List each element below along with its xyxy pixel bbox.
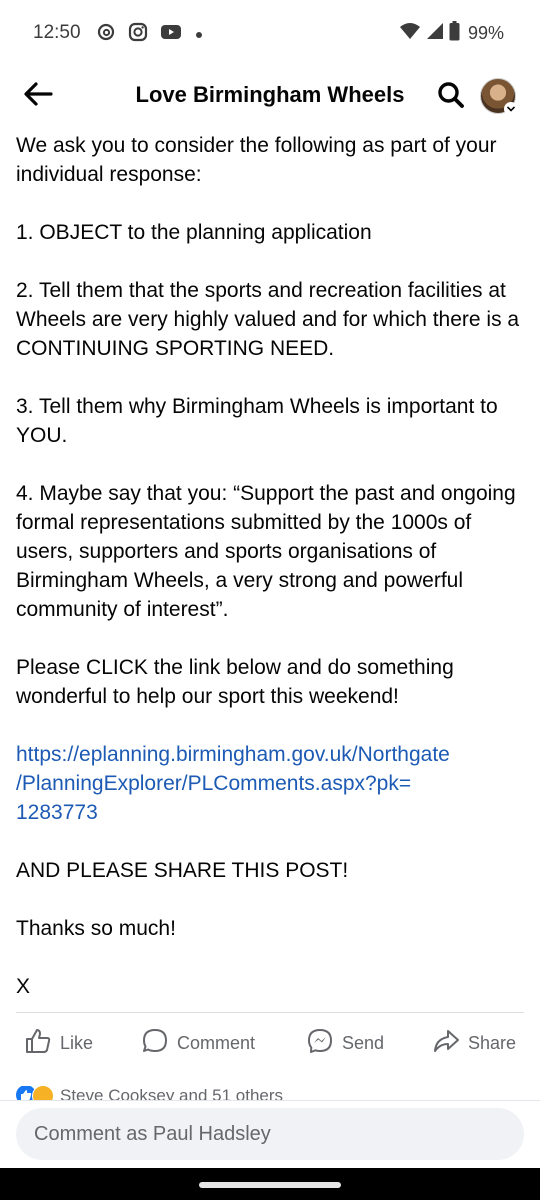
share-arrow-icon xyxy=(432,1027,460,1060)
battery-icon xyxy=(449,21,460,46)
status-time: 12:50 xyxy=(33,22,81,43)
search-button[interactable] xyxy=(432,78,470,116)
messenger-icon xyxy=(306,1027,334,1060)
status-bar: 12:50 99% xyxy=(0,0,540,64)
post-paragraph: 4. Maybe say that you: “Support the past… xyxy=(16,482,516,621)
comment-button[interactable]: Comment xyxy=(141,1027,255,1060)
status-system-icons: 99% xyxy=(399,21,504,46)
planning-link-line: https://eplanning.birmingham.gov.uk/Nort… xyxy=(16,743,450,766)
post-paragraph: 3. Tell them why Birmingham Wheels is im… xyxy=(16,395,498,447)
wifi-icon xyxy=(399,22,421,45)
post-signoff: X xyxy=(16,975,31,998)
post-actions-bar: Like Comment Send Share xyxy=(0,1013,540,1071)
post-body: We ask you to consider the following as … xyxy=(16,131,526,1030)
screen: 12:50 99% Love Birmingham Wheels We ask … xyxy=(0,0,540,1200)
threads-icon xyxy=(96,22,116,47)
share-button[interactable]: Share xyxy=(432,1027,516,1060)
post-paragraph: 1. OBJECT to the planning application xyxy=(16,221,372,244)
post-paragraph: 2. Tell them that the sports and recreat… xyxy=(16,279,520,360)
signal-icon xyxy=(426,22,444,45)
post-paragraph: Thanks so much! xyxy=(16,917,176,940)
chevron-down-icon xyxy=(504,102,518,116)
search-icon xyxy=(437,81,465,114)
status-app-icons xyxy=(96,22,204,47)
profile-menu-button[interactable] xyxy=(480,78,518,116)
planning-link-paragraph: https://eplanning.birmingham.gov.uk/Nort… xyxy=(16,740,526,827)
instagram-icon xyxy=(128,22,148,47)
page-header: Love Birmingham Wheels xyxy=(0,66,540,126)
planning-link[interactable]: https://eplanning.birmingham.gov.uk/Nort… xyxy=(16,743,450,824)
battery-percent: 99% xyxy=(467,23,504,43)
comment-bubble-icon xyxy=(141,1027,169,1060)
post-paragraph: Please CLICK the link below and do somet… xyxy=(16,656,454,708)
like-button[interactable]: Like xyxy=(24,1027,93,1060)
comment-input[interactable] xyxy=(16,1108,524,1160)
post-paragraph: We ask you to consider the following as … xyxy=(16,134,497,186)
comment-label: Comment xyxy=(177,1033,256,1053)
planning-link-line: 1283773 xyxy=(16,801,98,824)
youtube-icon xyxy=(160,23,182,46)
notification-dot-icon xyxy=(194,24,204,45)
share-label: Share xyxy=(468,1033,517,1053)
planning-link-line: /PlanningExplorer/PLComments.aspx?pk= xyxy=(16,772,412,795)
send-label: Send xyxy=(342,1033,385,1053)
send-button[interactable]: Send xyxy=(306,1027,384,1060)
gesture-handle[interactable] xyxy=(199,1182,341,1188)
post-paragraph: AND PLEASE SHARE THIS POST! xyxy=(16,859,349,882)
like-label: Like xyxy=(60,1033,94,1053)
system-navigation-bar xyxy=(0,1168,540,1200)
comment-composer xyxy=(0,1100,540,1169)
thumbs-up-icon xyxy=(24,1027,52,1060)
